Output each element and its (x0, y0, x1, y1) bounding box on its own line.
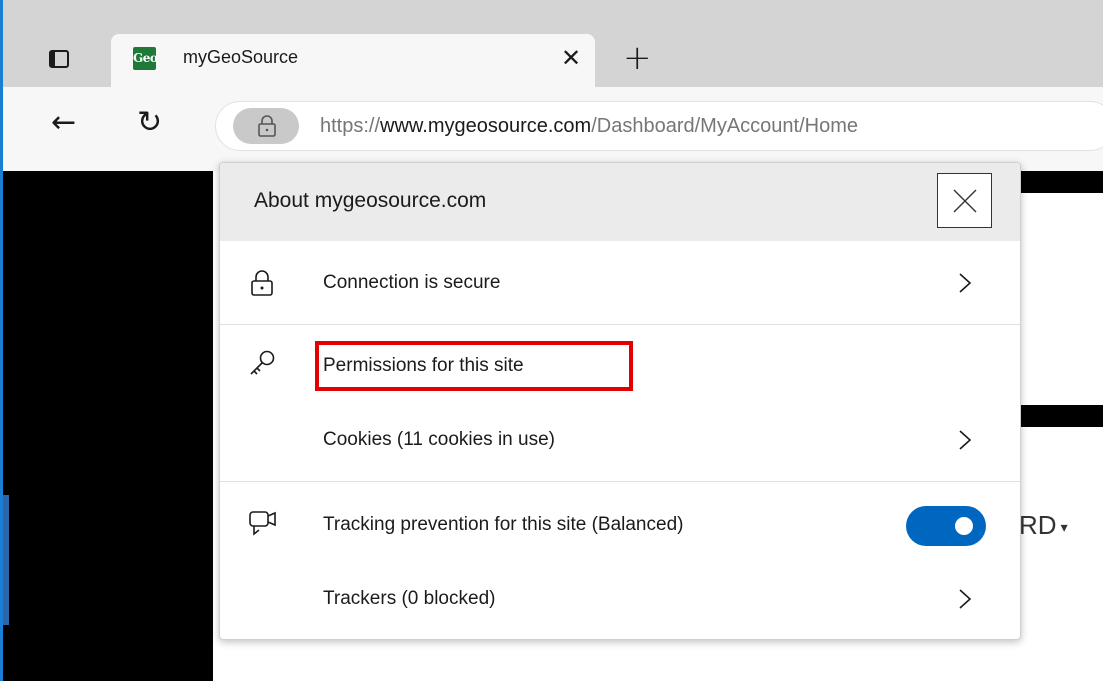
connection-row[interactable]: Connection is secure (220, 243, 1020, 323)
chevron-down-icon: ▾ (1060, 518, 1068, 535)
url-scheme: https:// (320, 115, 381, 137)
trackers-label: Trackers (0 blocked) (323, 588, 496, 609)
highlight-box (315, 341, 633, 391)
trackers-row[interactable]: Trackers (0 blocked) (220, 561, 1020, 641)
cookies-label: Cookies (11 cookies in use) (323, 429, 555, 450)
reload-button[interactable]: ↻ (137, 105, 162, 141)
tracking-label: Tracking prevention for this site (Balan… (323, 514, 684, 535)
url-path: /Dashboard/MyAccount/Home (591, 115, 859, 137)
tab-mygeosource[interactable]: Geo myGeoSource ✕ (111, 34, 595, 87)
divider (220, 481, 1020, 482)
page-mid-bar (1020, 405, 1103, 427)
chevron-right-icon (959, 273, 972, 293)
connection-label: Connection is secure (323, 272, 501, 293)
chevron-right-icon (959, 589, 972, 609)
tab-title: myGeoSource (183, 47, 299, 67)
lock-icon (258, 115, 276, 137)
flyout-close-button[interactable] (937, 173, 992, 228)
flyout-header: About mygeosource.com (220, 163, 1020, 241)
new-tab-button[interactable]: + (623, 38, 652, 78)
lock-icon (251, 270, 273, 296)
flyout-title: About mygeosource.com (254, 189, 487, 212)
address-bar[interactable]: https://www.mygeosource.com/Dashboard/My… (215, 101, 1103, 151)
close-icon (953, 189, 977, 213)
cookies-row[interactable]: Cookies (11 cookies in use) (220, 401, 1020, 481)
chevron-right-icon (959, 430, 972, 450)
page-top-bar (1020, 171, 1103, 193)
tracking-icon (249, 511, 276, 536)
back-button[interactable]: ← (51, 105, 76, 141)
page-side-strip (3, 495, 9, 625)
toggle-knob (955, 517, 973, 535)
page-menu-label: RD (1019, 510, 1057, 540)
key-icon (250, 350, 275, 375)
browser-window: Geo myGeoSource ✕ + ← ↻ https://www.myge… (0, 0, 1103, 681)
tab-close-icon[interactable]: ✕ (561, 44, 581, 72)
page-dark-panel (3, 171, 213, 681)
tracking-row[interactable]: Tracking prevention for this site (Balan… (220, 485, 1020, 565)
site-favicon: Geo (133, 47, 158, 70)
tracking-toggle[interactable] (906, 506, 986, 546)
page-menu-dropdown[interactable]: RD ▾ (1019, 510, 1068, 541)
url-text: https://www.mygeosource.com/Dashboard/My… (320, 115, 858, 138)
browser-toolbar: ← ↻ https://www.mygeosource.com/Dashboar… (3, 87, 1103, 171)
site-info-button[interactable] (233, 108, 299, 144)
url-host: www.mygeosource.com (380, 115, 592, 137)
tab-strip: Geo myGeoSource ✕ + (3, 0, 1103, 87)
site-info-flyout: About mygeosource.com Connection is secu… (219, 162, 1021, 640)
tab-actions-icon[interactable] (39, 44, 75, 76)
